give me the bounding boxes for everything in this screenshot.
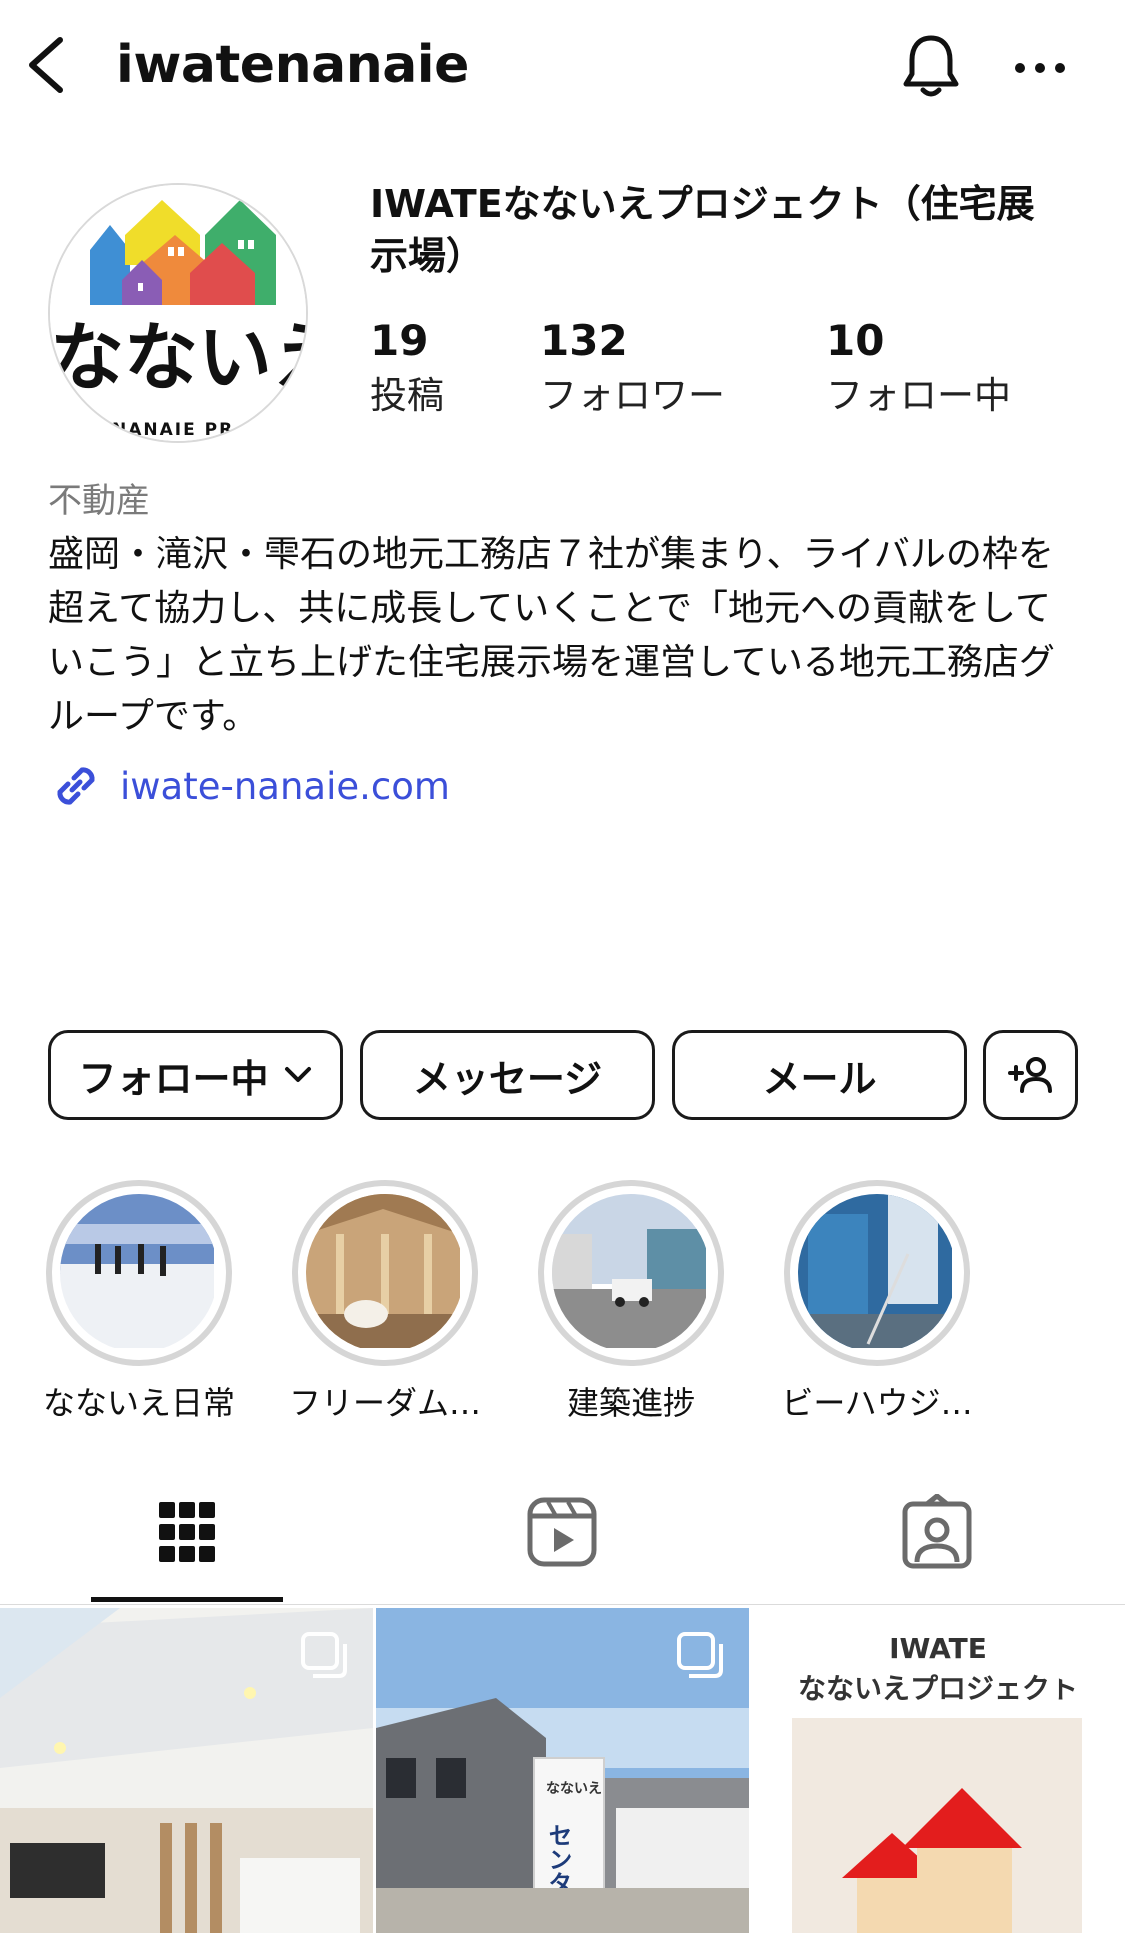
highlight-item[interactable]: ビーハウジ… xyxy=(762,1180,992,1424)
post-thumbnail[interactable]: なないえ センターハウ xyxy=(376,1608,749,1933)
svg-text:なないえプロジェクト: なないえプロジェクト xyxy=(798,1672,1078,1705)
reels-icon[interactable] xyxy=(512,1494,612,1574)
highlight-item[interactable]: フリーダム… xyxy=(270,1180,500,1424)
highlight-ring xyxy=(784,1180,970,1366)
add-user-button[interactable] xyxy=(983,1030,1078,1120)
profile-link[interactable]: iwate-nanaie.com xyxy=(48,758,450,814)
highlight-label: 建築進捗 xyxy=(566,1384,695,1422)
username-title: iwatenanaie xyxy=(116,35,469,95)
highlight-ring xyxy=(46,1180,232,1366)
reel-icon xyxy=(1053,1632,1101,1680)
post-thumbnail[interactable]: IWATE なないえプロジェクト xyxy=(752,1608,1125,1933)
post-thumbnail[interactable] xyxy=(0,1608,373,1933)
tab-divider xyxy=(0,1604,1125,1605)
highlight-item[interactable]: 建築進捗 xyxy=(516,1180,746,1424)
stat-following-count: 10 xyxy=(826,316,885,365)
highlight-label: フリーダム… xyxy=(288,1384,481,1422)
stat-followers-label: フォロワー xyxy=(540,374,725,417)
add-user-icon xyxy=(1007,1057,1052,1093)
stat-followers[interactable]: 132 フォロワー xyxy=(540,316,725,426)
following-button-label: フォロー中 xyxy=(78,1056,269,1101)
tab-indicator xyxy=(91,1597,283,1602)
stat-following-label: フォロー中 xyxy=(826,374,1011,417)
svg-text:なないえ: なないえ xyxy=(546,1781,602,1797)
carousel-icon xyxy=(301,1632,347,1678)
link-text[interactable]: iwate-nanaie.com xyxy=(120,765,450,808)
highlight-ring xyxy=(538,1180,724,1366)
message-button-label: メッセージ xyxy=(412,1056,603,1101)
tagged-icon[interactable] xyxy=(887,1494,987,1574)
message-button[interactable]: メッセージ xyxy=(360,1030,655,1120)
highlight-thumbnail xyxy=(60,1194,214,1348)
svg-text:なないえ: なないえ xyxy=(50,315,306,401)
highlight-thumbnail xyxy=(552,1194,706,1348)
stat-posts-count: 19 xyxy=(370,316,429,365)
stat-followers-count: 132 xyxy=(540,316,628,365)
grid-icon[interactable] xyxy=(137,1494,237,1574)
link-icon xyxy=(57,767,95,805)
following-button[interactable]: フォロー中 xyxy=(48,1030,343,1120)
profile-name: IWATEなないえプロジェクト（住宅展示場） xyxy=(370,182,1035,278)
bell-icon[interactable] xyxy=(898,30,964,102)
avatar[interactable]: なないえ NANAIE PR xyxy=(48,183,308,443)
carousel-icon xyxy=(677,1632,723,1678)
profile-category: 不動産 xyxy=(48,481,150,521)
back-icon[interactable] xyxy=(20,30,80,100)
highlight-item[interactable]: なないえ日常 xyxy=(24,1180,254,1424)
svg-text:NANAIE PR: NANAIE PR xyxy=(112,420,234,440)
more-icon[interactable] xyxy=(1010,40,1070,90)
highlight-thumbnail xyxy=(798,1194,952,1348)
highlight-label: ビーハウジ… xyxy=(781,1384,973,1422)
highlight-ring xyxy=(292,1180,478,1366)
profile-bio: 盛岡・滝沢・雫石の地元工務店７社が集まり、ライバルの枠を超えて協力し、共に成長し… xyxy=(48,534,1055,737)
highlight-thumbnail xyxy=(306,1194,460,1348)
stat-following[interactable]: 10 フォロー中 xyxy=(826,316,1011,426)
chevron-down-icon xyxy=(284,1067,311,1082)
mail-button[interactable]: メール xyxy=(672,1030,967,1120)
mail-button-label: メール xyxy=(762,1056,877,1101)
svg-text:IWATE: IWATE xyxy=(889,1632,987,1665)
stat-posts-label: 投稿 xyxy=(370,374,444,417)
stat-posts[interactable]: 19 投稿 xyxy=(370,316,444,426)
highlight-label: なないえ日常 xyxy=(42,1384,235,1422)
